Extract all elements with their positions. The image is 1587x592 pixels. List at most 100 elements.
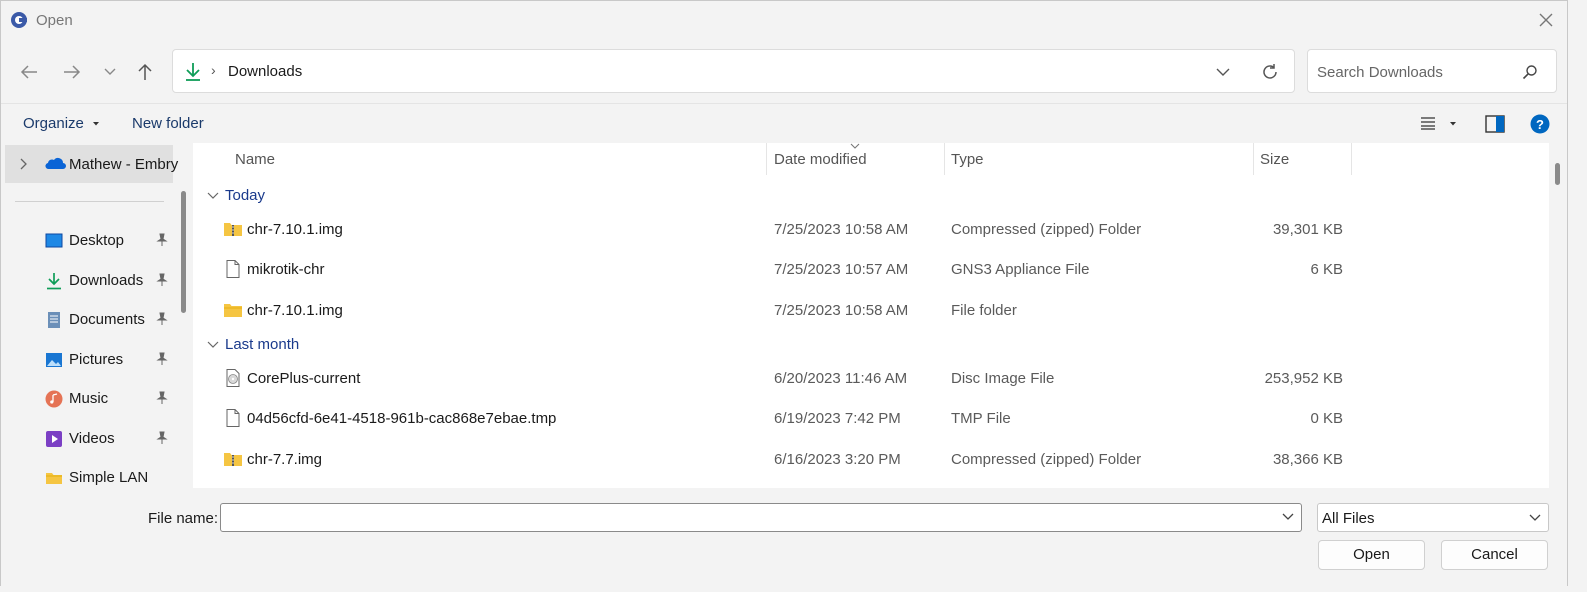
folder-icon [224,304,242,317]
pin-icon [156,233,168,246]
app-icon [11,12,27,28]
file-row[interactable]: CorePlus-current 6/20/2023 11:46 AM Disc… [193,359,1353,399]
file-size: 38,366 KB [1272,451,1343,468]
videos-icon [46,431,62,447]
arrow-left-icon [20,65,37,79]
file-row[interactable]: chr-7.7.img 6/16/2023 3:20 PM Compressed… [193,440,1353,480]
title-bar: Open [1,1,1567,41]
up-button[interactable] [131,58,159,86]
file-type-value: All Files [1322,510,1375,527]
file-date: 6/19/2023 7:42 PM [774,410,901,427]
file-date: 6/16/2023 3:20 PM [774,451,901,468]
column-header-type[interactable]: Type [951,151,984,168]
file-row[interactable]: mikrotik-chr 7/25/2023 10:57 AM GNS3 App… [193,250,1353,290]
column-divider[interactable] [1351,143,1352,175]
sidebar-item-music[interactable]: Music [1,383,179,415]
file-date: 6/20/2023 11:46 AM [774,370,908,387]
file-type: GNS3 Appliance File [951,261,1090,278]
file-type: Compressed (zipped) Folder [951,451,1142,468]
preview-pane-icon[interactable] [1485,115,1505,133]
file-icon [226,409,240,427]
sidebar-scrollbar[interactable] [181,191,186,313]
sidebar-item-desktop[interactable]: Desktop [1,225,179,257]
column-divider[interactable] [944,143,945,175]
file-type: File folder [951,302,1017,319]
group-label: Last month [225,336,300,353]
view-options-caret-icon[interactable] [1448,120,1458,128]
view-details-icon[interactable] [1420,116,1436,130]
download-icon [186,63,200,81]
column-divider[interactable] [1253,143,1254,175]
column-header-date-modified[interactable]: Date modified [774,151,867,168]
arrow-up-icon [138,63,152,80]
disc-image-icon [226,369,240,387]
close-icon [1539,13,1553,27]
file-list-scrollbar[interactable] [1549,143,1565,488]
file-name-input[interactable] [225,507,1275,528]
back-button[interactable] [15,58,43,86]
search-icon[interactable] [1522,64,1538,80]
arrow-right-icon [64,65,81,79]
file-name: chr-7.7.img [247,451,323,468]
file-date: 7/25/2023 10:58 AM [774,302,909,319]
navigation-pane: Mathew - Embry Desktop Downloads Documen… [1,143,193,488]
file-name: CorePlus-current [247,370,361,387]
file-size: 0 KB [1310,410,1343,427]
window-title: Open [36,12,73,29]
sidebar-item-onedrive[interactable]: Mathew - Embry [5,145,178,183]
scrollbar-thumb[interactable] [1555,163,1560,185]
sidebar-item-videos[interactable]: Videos [1,423,179,455]
search-box[interactable]: Search Downloads [1307,49,1557,93]
chevron-down-icon [207,341,219,348]
pin-icon [156,431,168,444]
address-bar[interactable]: › Downloads [172,49,1295,93]
refresh-icon[interactable] [1261,63,1279,81]
chevron-down-icon[interactable] [1281,510,1295,524]
sidebar-item-label: Simple LAN [69,469,149,486]
file-date: 7/25/2023 10:57 AM [774,261,909,278]
group-header-today[interactable]: Today [207,187,265,204]
chevron-right-icon[interactable] [19,158,27,170]
file-row[interactable]: 04d56cfd-6e41-4518-961b-cac868e7ebae.tmp… [193,399,1353,439]
open-button[interactable]: Open [1318,540,1425,570]
organize-label: Organize [23,115,84,132]
file-name: 04d56cfd-6e41-4518-961b-cac868e7ebae.tmp [247,410,557,427]
sidebar-item-pictures[interactable]: Pictures [1,344,179,376]
file-list: Name Date modified Type Size Today chr-7… [193,143,1549,488]
folder-icon [46,473,62,484]
music-icon [45,390,63,408]
address-dropdown-icon[interactable] [1216,67,1230,77]
group-header-last-month[interactable]: Last month [207,336,299,353]
breadcrumb-separator: › [211,62,216,78]
file-name-combobox[interactable] [220,503,1302,532]
sidebar-item-downloads[interactable]: Downloads [1,265,179,297]
search-input[interactable]: Search Downloads [1317,64,1443,81]
sort-indicator-icon [850,143,860,149]
file-name-label: File name: [148,510,219,527]
recent-locations-button[interactable] [96,58,124,86]
sidebar-item-documents[interactable]: Documents [1,304,179,336]
sidebar-item-label: Mathew - Embry [69,156,179,173]
caret-down-icon [93,122,100,126]
sidebar-item-simple-lan[interactable]: Simple LAN [1,462,179,488]
organize-menu[interactable]: Organize [23,115,101,132]
chevron-down-icon [104,68,116,75]
file-row[interactable]: chr-7.10.1.img 7/25/2023 10:58 AM File f… [193,291,1353,331]
close-button[interactable] [1535,9,1557,31]
documents-icon [48,312,60,328]
sidebar-item-label: Desktop [69,232,125,249]
file-size: 39,301 KB [1272,221,1343,238]
column-divider[interactable] [766,143,767,175]
cancel-button[interactable]: Cancel [1441,540,1548,570]
file-type-select[interactable]: All Files [1317,503,1549,532]
new-folder-button[interactable]: New folder [132,115,204,132]
help-icon[interactable]: ? [1530,114,1550,134]
file-size: 6 KB [1310,261,1343,278]
column-header-size[interactable]: Size [1260,151,1289,168]
desktop-icon [45,233,63,248]
sidebar-item-label: Pictures [69,351,124,368]
file-row[interactable]: chr-7.10.1.img 7/25/2023 10:58 AM Compre… [193,210,1353,250]
column-header-name[interactable]: Name [235,151,275,168]
forward-button[interactable] [58,58,86,86]
breadcrumb-downloads[interactable]: Downloads [228,63,302,80]
